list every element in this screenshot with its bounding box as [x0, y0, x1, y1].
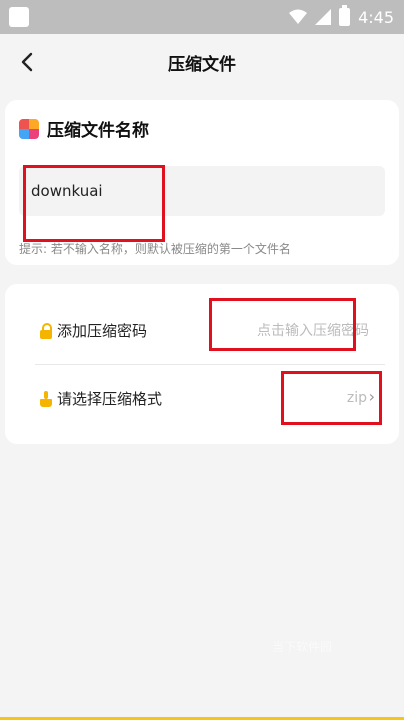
highlight-box-format [281, 371, 382, 425]
highlight-box-password [209, 298, 356, 351]
page-title: 压缩文件 [168, 55, 236, 75]
watermark: 当下软件园 [272, 640, 333, 654]
brush-icon [39, 390, 53, 407]
section-title: 压缩文件名称 [47, 121, 149, 141]
signal-icon [315, 9, 332, 25]
hint-text: 提示: 若不输入名称，则默认被压缩的第一个文件名 [19, 242, 291, 256]
divider [35, 364, 385, 365]
status-time: 4:45 [358, 7, 394, 27]
lock-icon [39, 322, 53, 339]
notification-app-icon [9, 7, 29, 27]
app-grid-icon [19, 118, 39, 139]
format-label: 请选择压缩格式 [57, 390, 163, 408]
highlight-box-name [23, 165, 165, 242]
wifi-icon [289, 9, 308, 24]
top-app-bar: 压缩文件 [0, 34, 404, 90]
password-label: 添加压缩密码 [57, 322, 148, 340]
battery-icon [339, 5, 351, 26]
status-bar: 4:45 [0, 0, 404, 34]
